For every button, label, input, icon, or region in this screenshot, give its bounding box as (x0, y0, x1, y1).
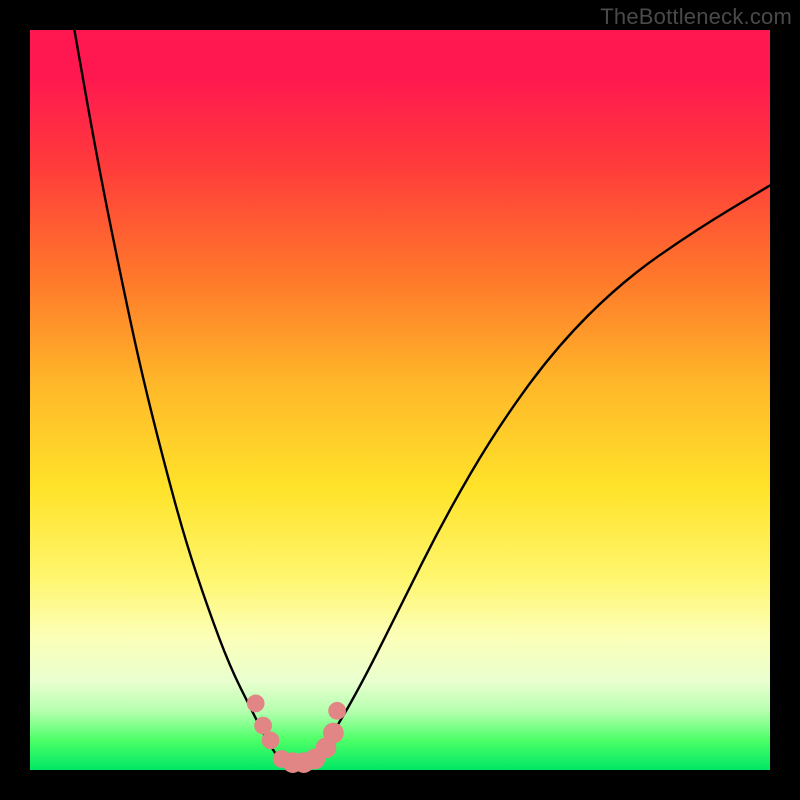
minimum-markers (247, 695, 346, 773)
curve-layer (30, 30, 770, 770)
curve-right (311, 185, 770, 762)
chart-frame: TheBottleneck.com (0, 0, 800, 800)
marker-dot (323, 723, 344, 744)
marker-dot (247, 695, 265, 713)
marker-dot (328, 702, 346, 720)
watermark-text: TheBottleneck.com (600, 4, 792, 30)
marker-dot (262, 732, 280, 750)
curve-left (74, 30, 281, 763)
plot-area (30, 30, 770, 770)
